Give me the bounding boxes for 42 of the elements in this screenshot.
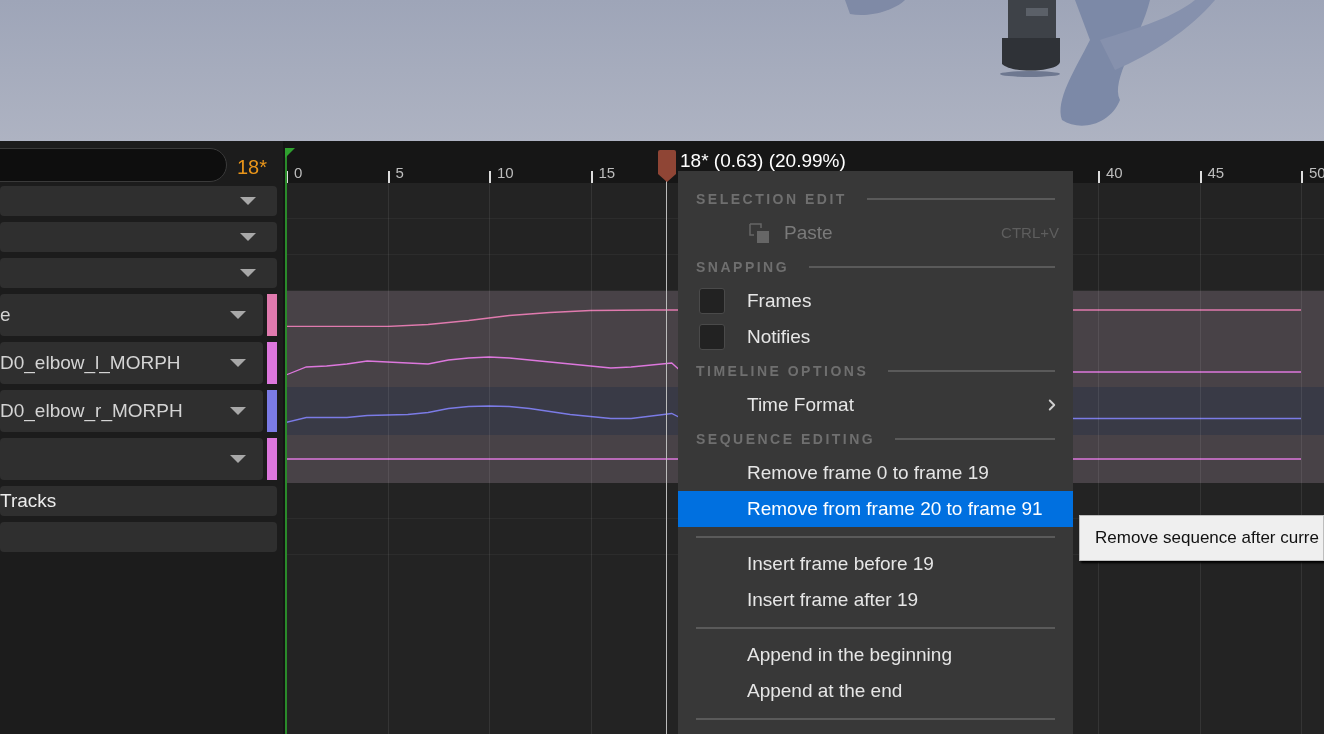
dropdown-caret-icon[interactable] <box>240 232 256 242</box>
frame-counter: 18* <box>237 155 268 180</box>
track-name: D0_elbow_r_MORPH <box>0 398 183 424</box>
menu-item[interactable]: Frames <box>678 283 1073 319</box>
checkbox[interactable] <box>699 288 725 314</box>
menu-item[interactable]: Insert frame after 19 <box>678 582 1073 618</box>
menu-item[interactable]: Remove from frame 20 to frame 91 <box>678 491 1073 527</box>
dropdown-caret-icon[interactable] <box>240 196 256 206</box>
ruler-tick-label: 45 <box>1207 162 1225 183</box>
start-marker-icon <box>285 148 295 158</box>
ruler-tick-label: 5 <box>395 162 404 183</box>
ruler-tick-label: 15 <box>598 162 616 183</box>
curve-track-header[interactable]: D0_elbow_l_MORPH <box>0 342 263 384</box>
track-name: D0_elbow_l_MORPH <box>0 350 181 376</box>
menu-item[interactable]: Notifies <box>678 319 1073 355</box>
paste-icon <box>749 222 770 244</box>
menu-item[interactable]: Append at the end <box>678 673 1073 709</box>
playhead-label: 18* (0.63) (20.99%) <box>680 149 846 173</box>
track-header[interactable] <box>0 258 277 288</box>
dropdown-caret-icon[interactable] <box>240 268 256 278</box>
curve-track-header[interactable] <box>0 438 263 480</box>
dropdown-caret-icon[interactable] <box>230 310 246 320</box>
menu-item[interactable]: Append in the beginning <box>678 637 1073 673</box>
tooltip: Remove sequence after curre <box>1079 515 1324 561</box>
menu-item[interactable]: Remove frame 0 to frame 19 <box>678 455 1073 491</box>
track-group-label: Tracks <box>0 488 57 513</box>
dropdown-caret-icon[interactable] <box>230 406 246 416</box>
menu-item[interactable]: Insert frame before 19 <box>678 546 1073 582</box>
track-header[interactable] <box>0 186 277 216</box>
ruler-tick-label: 10 <box>497 162 514 183</box>
dropdown-caret-icon[interactable] <box>230 454 246 464</box>
track-group[interactable]: Tracks <box>0 486 277 516</box>
track-name: e <box>0 302 11 327</box>
curve-track-header[interactable]: D0_elbow_r_MORPH <box>0 390 263 432</box>
curve-track-header[interactable]: e <box>0 294 263 336</box>
checkbox[interactable] <box>699 324 725 350</box>
ruler-tick-label: 40 <box>1106 162 1123 183</box>
dropdown-caret-icon[interactable] <box>230 358 246 368</box>
ruler-tick-label: 0 <box>294 162 303 183</box>
search-field[interactable] <box>0 148 227 182</box>
playhead-marker-icon[interactable] <box>658 150 676 182</box>
track-header[interactable] <box>0 222 277 252</box>
